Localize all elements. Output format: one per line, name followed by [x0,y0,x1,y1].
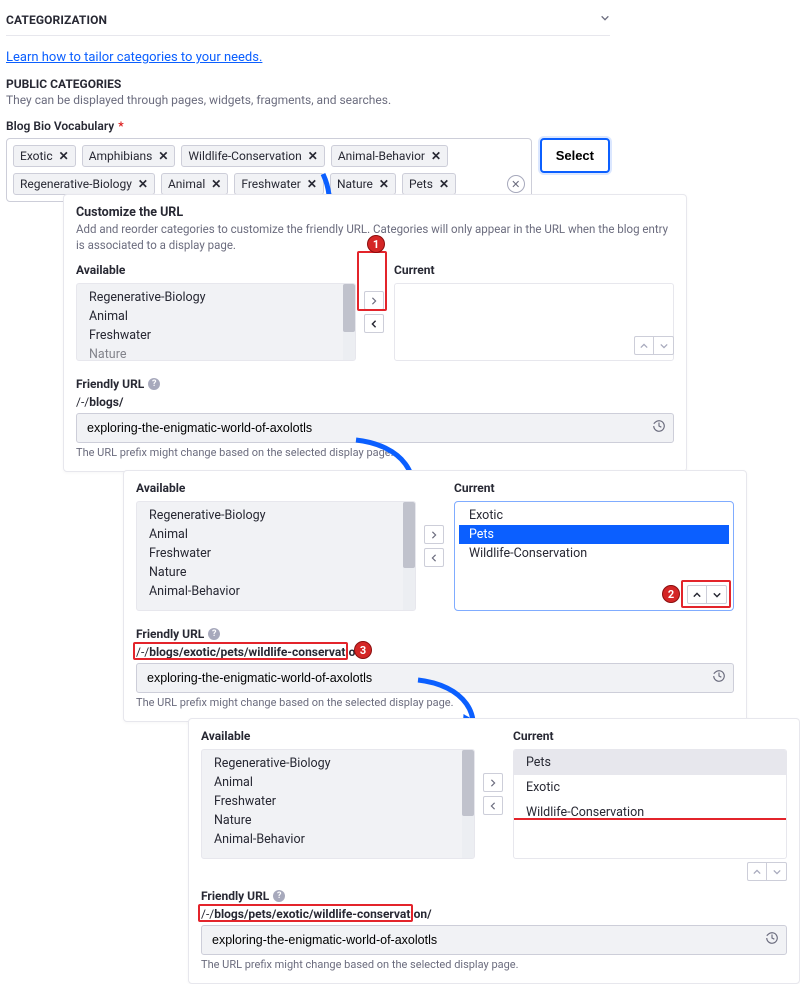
list-item[interactable]: Nature [79,345,353,361]
friendly-url-label: Friendly URL ? [201,889,787,903]
history-icon[interactable] [765,931,779,949]
tag[interactable]: Wildlife-Conservation✕ [181,145,324,167]
available-listbox[interactable]: Regenerative-Biology Animal Freshwater N… [136,501,416,611]
clear-all-tags-icon[interactable]: ✕ [507,175,525,193]
url-prefix: /-/blogs/ [76,395,674,409]
list-item[interactable]: Regenerative-Biology [139,506,413,525]
help-icon[interactable]: ? [208,628,220,640]
list-item[interactable]: Animal-Behavior [204,830,472,849]
current-label: Current [394,263,674,277]
move-down-button[interactable] [767,862,787,881]
categorization-title: CATEGORIZATION [6,13,107,27]
tag-remove-icon[interactable]: ✕ [211,177,221,191]
scrollbar-thumb[interactable] [462,750,474,816]
annotation-badge: 3 [354,641,372,659]
annotation-badge: 2 [662,585,680,603]
list-item[interactable]: Wildlife-Conservation [459,544,729,563]
tag[interactable]: Animal-Behavior✕ [331,145,448,167]
move-left-button[interactable] [483,796,503,815]
tag[interactable]: Pets✕ [402,173,456,195]
move-right-button[interactable] [483,773,503,792]
current-listbox[interactable]: Exotic Pets Wildlife-Conservation [454,501,734,611]
public-categories-title: PUBLIC CATEGORIES [6,77,610,91]
move-buttons [364,291,386,333]
current-listbox[interactable] [394,283,674,361]
move-down-button[interactable] [707,585,727,604]
vocab-tag-box[interactable]: Exotic✕ Amphibians✕ Wildlife-Conservatio… [6,138,532,202]
list-item[interactable]: Nature [204,811,472,830]
history-icon[interactable] [712,669,726,687]
customize-url-card: Available Regenerative-Biology Animal Fr… [188,718,800,984]
tag[interactable]: Regenerative-Biology✕ [13,173,155,195]
list-item[interactable]: Regenerative-Biology [204,754,472,773]
list-item[interactable]: Exotic [459,506,729,525]
move-up-button[interactable] [747,862,767,881]
list-item[interactable]: Wildlife-Conservation [514,800,786,825]
available-label: Available [201,729,475,743]
move-right-button[interactable] [424,525,444,544]
move-down-button[interactable] [654,336,674,355]
list-item[interactable]: Freshwater [139,544,413,563]
available-label: Available [76,263,356,277]
list-item[interactable]: Animal-Behavior [139,582,413,601]
move-up-button[interactable] [634,336,654,355]
move-left-button[interactable] [364,314,384,333]
tag-remove-icon[interactable]: ✕ [439,177,449,191]
vocab-label: Blog Bio Vocabulary* [6,119,610,133]
friendly-url-label: Friendly URL ? [136,627,734,641]
list-item-selected[interactable]: Pets [459,525,729,544]
tag-remove-icon[interactable]: ✕ [308,149,318,163]
list-item[interactable]: Regenerative-Biology [79,288,353,307]
url-note: The URL prefix might change based on the… [201,958,787,971]
tag[interactable]: Amphibians✕ [82,145,176,167]
list-item[interactable]: Animal [79,307,353,326]
tag-remove-icon[interactable]: ✕ [379,177,389,191]
public-categories-desc: They can be displayed through pages, wid… [6,93,610,107]
list-item-selected[interactable]: Pets [514,750,786,775]
tag-remove-icon[interactable]: ✕ [138,177,148,191]
available-label: Available [136,481,416,495]
tag[interactable]: Exotic✕ [13,145,76,167]
chevron-down-icon [600,12,610,27]
categorization-header[interactable]: CATEGORIZATION [6,8,610,36]
tailor-categories-link[interactable]: Learn how to tailor categories to your n… [6,50,262,65]
list-item[interactable]: Freshwater [204,792,472,811]
current-label: Current [454,481,734,495]
list-item[interactable]: Animal [204,773,472,792]
move-left-button[interactable] [424,548,444,567]
available-listbox[interactable]: Regenerative-Biology Animal Freshwater N… [76,283,356,361]
available-listbox[interactable]: Regenerative-Biology Animal Freshwater N… [201,749,475,859]
tag[interactable]: Animal✕ [161,173,228,195]
move-right-button[interactable] [364,291,384,310]
customize-url-card: Customize the URL Add and reorder catego… [63,194,687,472]
move-buttons [483,773,505,815]
move-buttons [424,525,446,567]
url-prefix: /-/blogs/pets/exotic/wildlife-conservati… [201,907,787,921]
current-listbox[interactable]: Pets Exotic Wildlife-Conservation [513,749,787,859]
scrollbar-thumb[interactable] [343,284,355,332]
tag-remove-icon[interactable]: ✕ [158,149,168,163]
help-icon[interactable]: ? [148,378,160,390]
select-button[interactable]: Select [540,138,610,173]
move-up-button[interactable] [687,585,707,604]
friendly-url-input[interactable] [201,925,787,955]
history-icon[interactable] [652,419,666,437]
scrollbar-thumb[interactable] [403,502,415,568]
current-label: Current [513,729,787,743]
annotation-badge: 1 [367,235,385,253]
friendly-url-input[interactable] [76,413,674,443]
friendly-url-label: Friendly URL ? [76,377,674,391]
list-item[interactable]: Nature [139,563,413,582]
tag-remove-icon[interactable]: ✕ [431,149,441,163]
url-prefix: /-/blogs/exotic/pets/wildlife-conservati… [136,645,734,659]
card-title: Customize the URL [76,205,674,220]
tag-remove-icon[interactable]: ✕ [59,149,69,163]
list-item[interactable]: Freshwater [79,326,353,345]
help-icon[interactable]: ? [273,890,285,902]
categorization-panel: CATEGORIZATION Learn how to tailor categ… [2,0,614,202]
list-item[interactable]: Animal [139,525,413,544]
list-item[interactable]: Exotic [514,775,786,800]
